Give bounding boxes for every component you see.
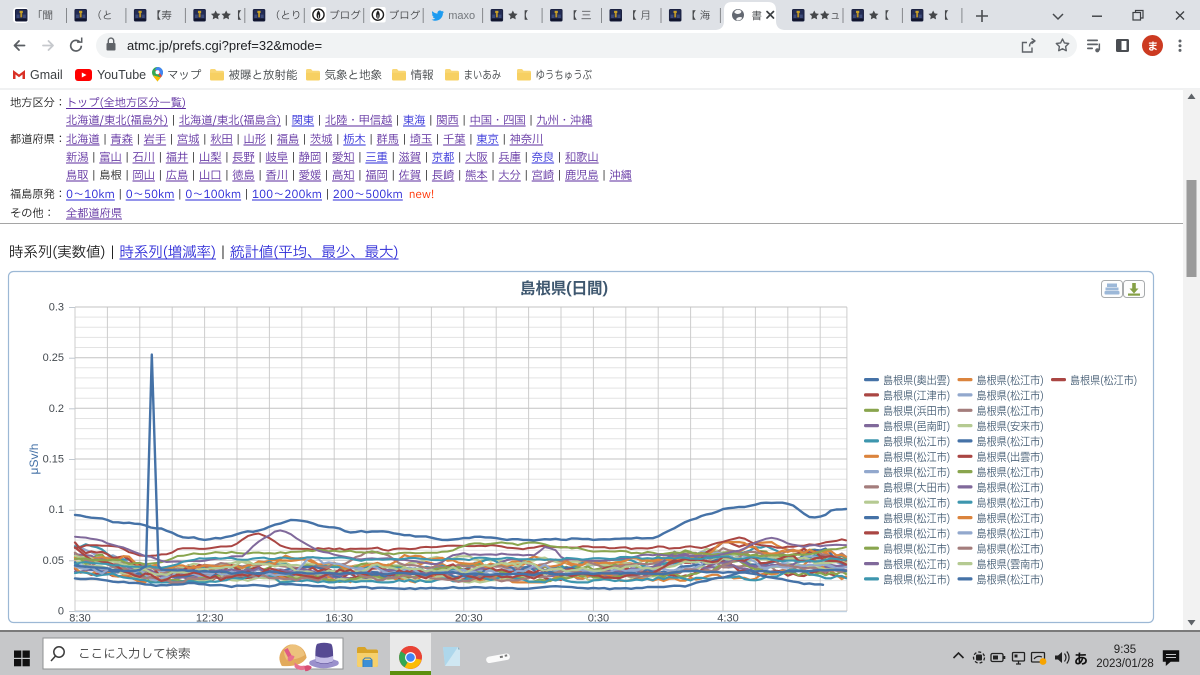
svg-text:0.2: 0.2 (49, 403, 64, 415)
svg-text:12:30: 12:30 (196, 613, 224, 625)
svg-text:0.15: 0.15 (43, 454, 64, 466)
svg-text:0:30: 0:30 (588, 613, 609, 625)
svg-text:YouTube: YouTube (97, 68, 146, 82)
svg-text:4:30: 4:30 (717, 613, 738, 625)
svg-text:0.05: 0.05 (43, 555, 64, 567)
svg-text:8:30: 8:30 (69, 613, 90, 625)
svg-text:20:30: 20:30 (455, 613, 483, 625)
svg-text:0.1: 0.1 (49, 504, 64, 516)
svg-text:9:35: 9:35 (1114, 644, 1136, 656)
svg-text:0: 0 (58, 606, 64, 618)
svg-text:Gmail: Gmail (30, 68, 63, 82)
svg-text:0.25: 0.25 (43, 352, 64, 364)
svg-text:μSv/h: μSv/h (27, 444, 41, 475)
svg-text:2023/01/28: 2023/01/28 (1096, 658, 1154, 670)
svg-text:maxo: maxo (448, 10, 475, 22)
svg-text:0.3: 0.3 (49, 302, 64, 314)
svg-text:16:30: 16:30 (325, 613, 353, 625)
svg-text:atmc.jp/prefs.cgi?pref=32&mode: atmc.jp/prefs.cgi?pref=32&mode= (127, 38, 322, 53)
